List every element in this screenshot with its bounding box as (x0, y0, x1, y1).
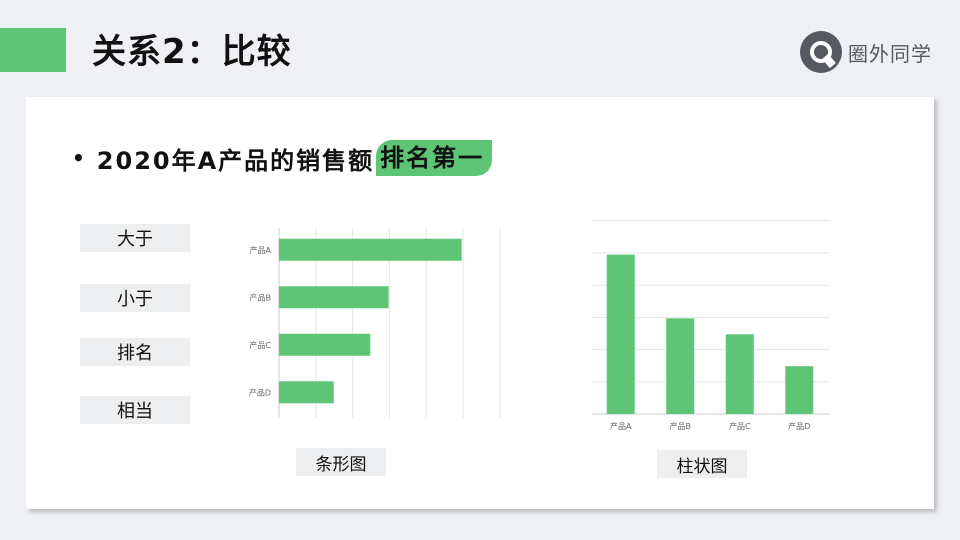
column-产品B (666, 318, 695, 414)
bar-产品B (279, 286, 389, 309)
page-title: 关系2：比较 (92, 32, 292, 72)
headline: • 2020年A产品的销售额 排名第一 (72, 140, 493, 176)
headline-text: 2020年A产品的销售额 (96, 146, 375, 175)
bar-产品D (279, 381, 334, 404)
tag-less-than: 小于 (80, 284, 190, 312)
q-logo-icon (800, 31, 842, 73)
brand-logo: 圈外同学 (800, 30, 932, 74)
column-category-label: 产品A (610, 421, 632, 431)
column-产品D (785, 366, 814, 414)
bar-category-label: 产品B (250, 292, 272, 302)
bullet-dot: • (72, 146, 87, 170)
tag-equivalent: 相当 (80, 396, 190, 424)
bar-产品A (279, 238, 462, 261)
brand-name: 圈外同学 (848, 41, 932, 66)
tag-greater-than: 大于 (80, 224, 190, 252)
bar-category-label: 产品D (249, 387, 271, 397)
vertical-column-chart: 产品A 产品B 产品C 产品D (592, 220, 830, 431)
headline-highlight: 排名第一 (376, 140, 493, 176)
column-产品C (725, 334, 754, 414)
column-category-label: 产品B (670, 421, 692, 431)
horizontal-bar-chart: 产品A 产品B 产品C 产品D (249, 228, 501, 418)
caption-column-chart: 柱状图 (657, 450, 747, 478)
tag-ranking: 排名 (80, 338, 190, 366)
bar-category-label: 产品C (249, 340, 271, 350)
column-category-label: 产品C (729, 421, 751, 431)
column-category-label: 产品D (788, 421, 810, 431)
bar-category-label: 产品A (250, 245, 272, 255)
bar-产品C (279, 333, 371, 356)
title-accent-bar (0, 28, 66, 72)
column-产品A (606, 254, 635, 414)
caption-bar-chart: 条形图 (296, 448, 386, 476)
